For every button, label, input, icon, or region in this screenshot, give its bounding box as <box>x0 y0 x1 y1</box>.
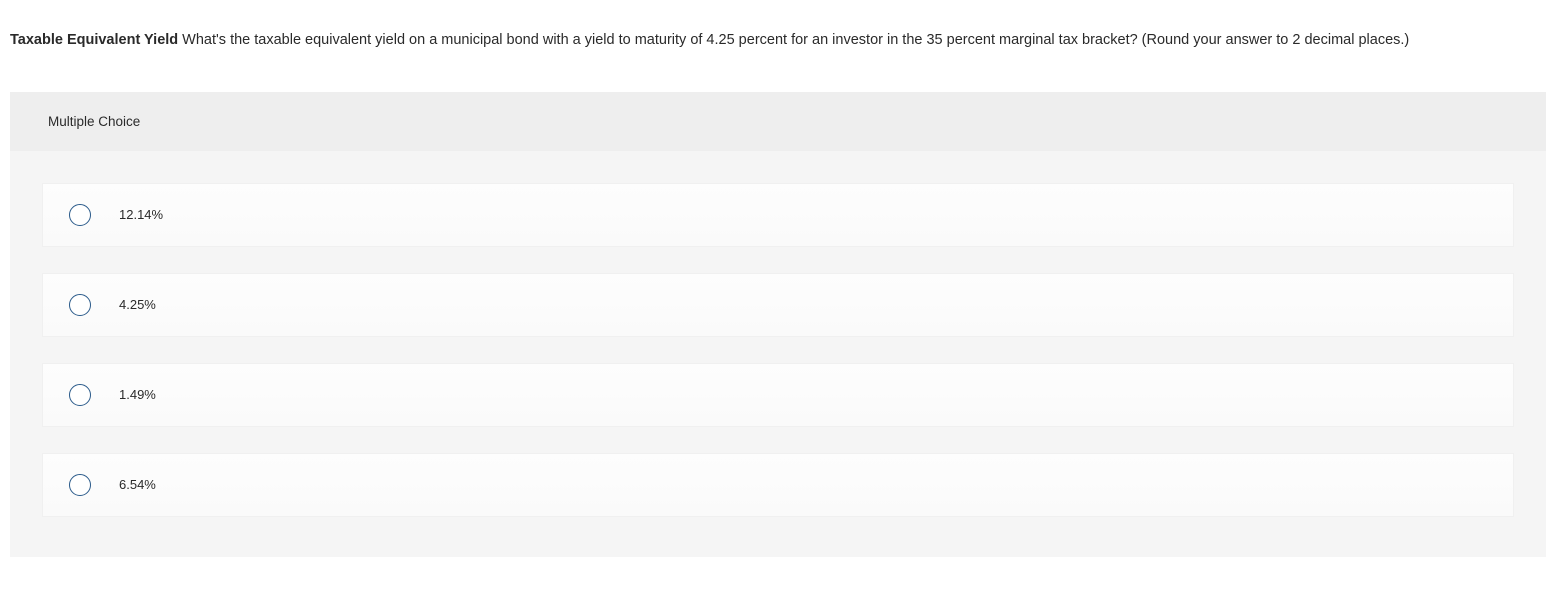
radio-icon[interactable] <box>69 474 91 496</box>
option-4[interactable]: 6.54% <box>42 453 1514 517</box>
radio-icon[interactable] <box>69 204 91 226</box>
option-4-label: 6.54% <box>119 477 156 492</box>
option-1-label: 12.14% <box>119 207 163 222</box>
option-1[interactable]: 12.14% <box>42 183 1514 247</box>
question-text: What's the taxable equivalent yield on a… <box>178 32 1409 48</box>
question-prompt: Taxable Equivalent Yield What's the taxa… <box>0 0 1556 92</box>
radio-icon[interactable] <box>69 384 91 406</box>
option-3[interactable]: 1.49% <box>42 363 1514 427</box>
option-2-label: 4.25% <box>119 297 156 312</box>
option-3-label: 1.49% <box>119 387 156 402</box>
option-2[interactable]: 4.25% <box>42 273 1514 337</box>
question-bold-prefix: Taxable Equivalent Yield <box>10 32 178 48</box>
radio-icon[interactable] <box>69 294 91 316</box>
options-list: 12.14% 4.25% 1.49% 6.54% <box>10 183 1546 517</box>
answer-container: Multiple Choice 12.14% 4.25% 1.49% 6.54% <box>10 92 1546 557</box>
multiple-choice-label: Multiple Choice <box>10 92 1546 151</box>
